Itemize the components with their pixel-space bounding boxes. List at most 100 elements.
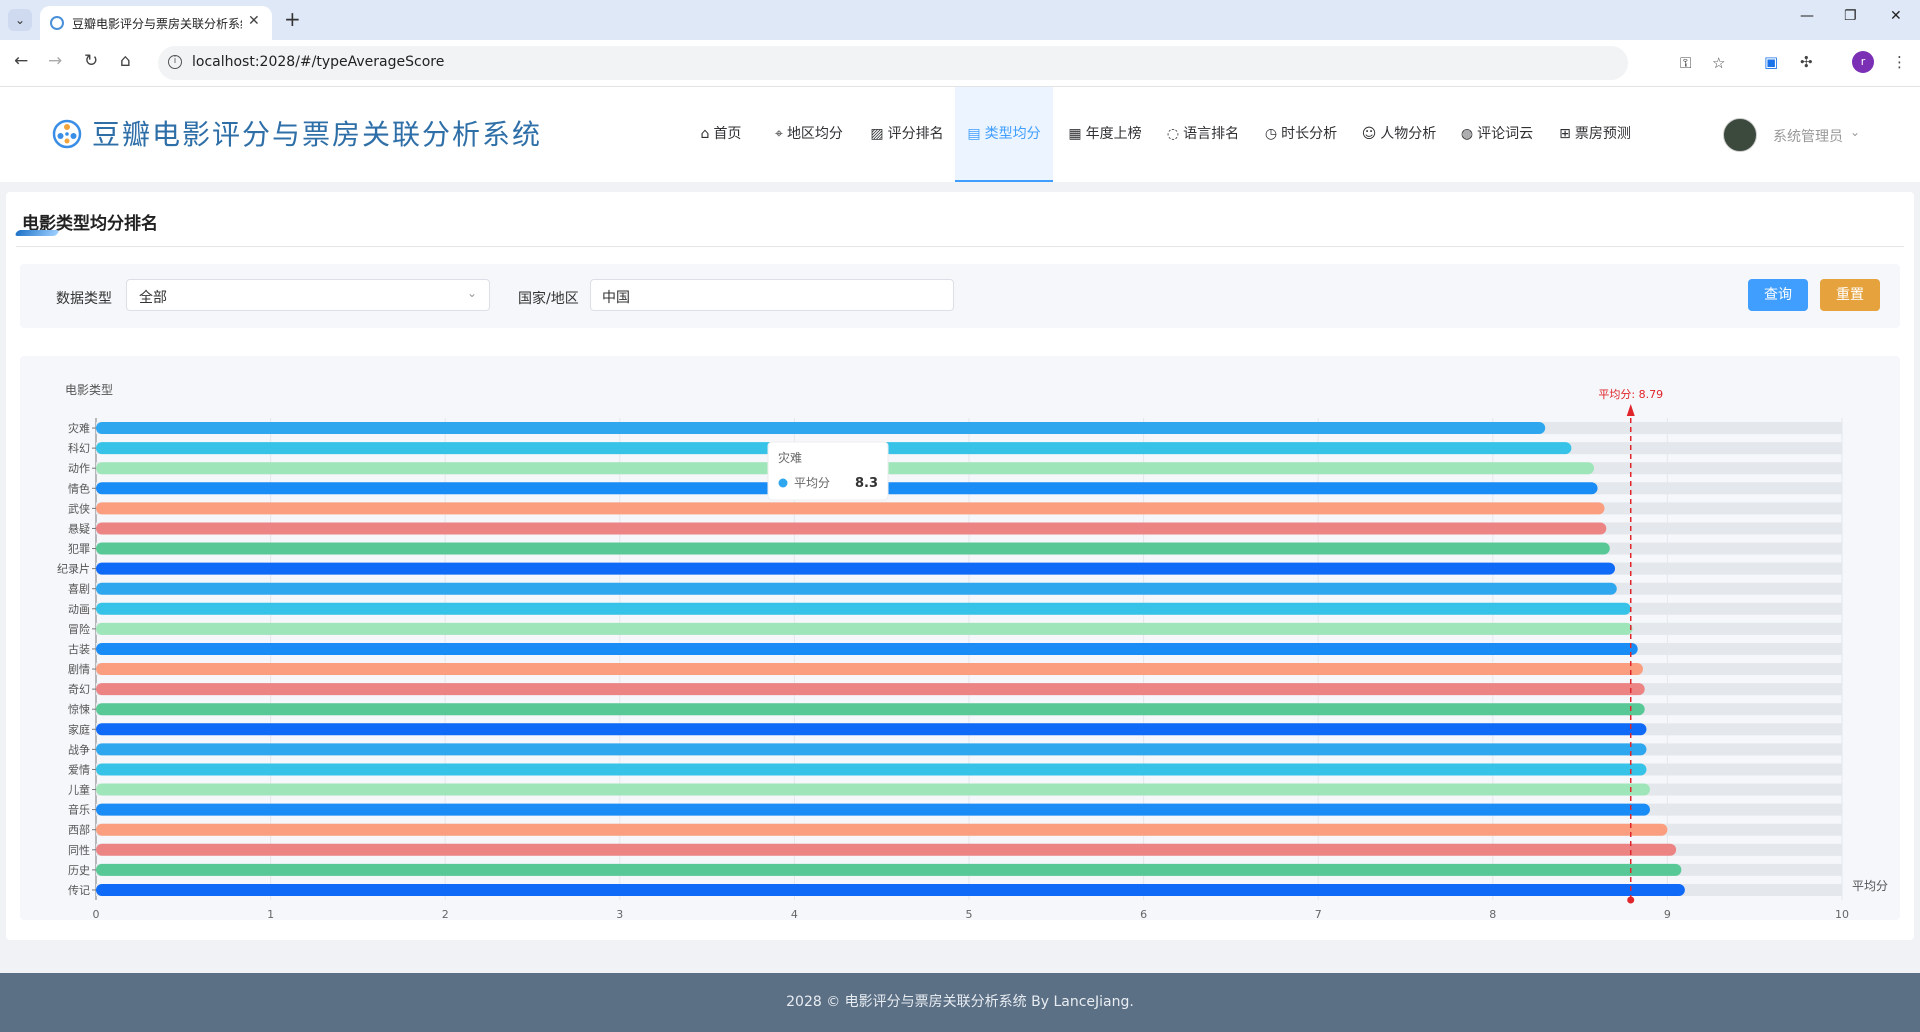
forward-arrow-icon[interactable]: → (48, 51, 62, 71)
nav-region-score[interactable]: ⌖ 地区均分 (766, 87, 852, 182)
x-tick-label: 7 (1315, 908, 1322, 920)
reset-button[interactable]: 重置 (1820, 279, 1880, 311)
y-tick-label: 动画 (68, 603, 90, 616)
query-button[interactable]: 查询 (1748, 279, 1808, 311)
bar (96, 843, 1677, 856)
bookmark-star-icon[interactable]: ☆ (1712, 54, 1725, 72)
nav-language-ranking[interactable]: ◌ 语言排名 (1160, 87, 1246, 182)
tab-close-icon[interactable]: ✕ (248, 13, 260, 29)
y-tick-label: 爱情 (68, 763, 90, 776)
y-tick-label: 传记 (68, 884, 90, 897)
y-tick-label: 家庭 (68, 722, 90, 736)
nav-type-score[interactable]: ▤ 类型均分 (955, 87, 1053, 182)
y-tick-label: 西部 (68, 823, 90, 837)
footer: 2028 © 电影评分与票房关联分析系统 By LanceJiang. (0, 973, 1920, 1032)
profile-avatar[interactable]: r (1852, 51, 1874, 73)
minimize-icon[interactable]: — (1800, 8, 1814, 24)
nav-duration-analysis[interactable]: ◷ 时长分析 (1258, 87, 1344, 182)
address-bar[interactable]: i localhost:2028/#/typeAverageScore ⚿ ☆ (158, 46, 1725, 80)
browser-tab-bar: ⌄ 豆瓣电影评分与票房关联分析系统 ✕ + — ❐ ✕ (0, 0, 1920, 40)
bar (96, 542, 1610, 555)
site-info-icon[interactable]: i (168, 55, 182, 69)
bar (96, 883, 1685, 896)
chevron-down-icon[interactable]: ⌄ (1850, 125, 1860, 139)
window-close-icon[interactable]: ✕ (1890, 8, 1902, 24)
comment-icon: ◍ (1460, 126, 1474, 142)
tab-favicon-icon (50, 16, 64, 30)
nav-home[interactable]: ⌂ 首页 (690, 87, 752, 182)
x-tick-label: 8 (1489, 908, 1496, 920)
tooltip-value: 8.3 (855, 476, 878, 491)
title-divider (16, 246, 1904, 247)
location-icon: ⌖ (775, 126, 783, 142)
bar (96, 803, 1650, 816)
bar (96, 562, 1616, 575)
extension-app-icon[interactable]: ▣ (1764, 53, 1778, 71)
nav-people-analysis[interactable]: ☺ 人物分析 (1356, 87, 1442, 182)
region-input[interactable]: 中国 (590, 279, 954, 311)
y-tick-label: 剧情 (68, 663, 90, 676)
tooltip-marker (778, 478, 788, 488)
y-tick-label: 战争 (68, 742, 90, 756)
browser-tab[interactable]: 豆瓣电影评分与票房关联分析系统 ✕ (40, 6, 272, 40)
app-title: 豆瓣电影评分与票房关联分析系统 (92, 118, 543, 151)
y-tick-label: 惊悚 (68, 702, 90, 716)
nav-label: 语言排名 (1183, 126, 1240, 142)
user-avatar[interactable] (1723, 118, 1757, 152)
timer-icon: ◷ (1264, 126, 1278, 142)
nav-label: 评论词云 (1477, 126, 1534, 142)
type-score-bar-chart[interactable]: 0 1 2 3 4 5 6 7 8 9 10电影类型平均分灾难科幻动作情色武侠悬疑犯罪纪录片喜剧动画… (20, 356, 1900, 920)
nav-score-ranking[interactable]: ▨ 评分排名 (864, 87, 950, 182)
y-tick-label: 历史 (68, 864, 90, 877)
y-tick-label: 犯罪 (68, 543, 90, 556)
x-tick-label: 1 (267, 908, 274, 920)
new-tab-plus-icon[interactable]: + (284, 7, 301, 31)
browser-menu-icon[interactable]: ⋮ (1892, 53, 1907, 71)
nav-label: 类型均分 (984, 126, 1041, 142)
back-arrow-icon[interactable]: ← (14, 51, 28, 71)
user-icon: ☺ (1361, 126, 1377, 142)
home-icon[interactable]: ⌂ (120, 51, 131, 71)
user-name[interactable]: 系统管理员 (1773, 126, 1843, 146)
extensions-puzzle-icon[interactable]: ✣ (1800, 53, 1813, 71)
y-tick-label: 古装 (68, 643, 90, 656)
password-key-icon[interactable]: ⚿ (1680, 54, 1691, 72)
y-tick-label: 纪录片 (57, 563, 90, 576)
data-type-label: 数据类型 (56, 291, 112, 307)
doc-icon: ▤ (967, 126, 981, 142)
home-icon: ⌂ (700, 126, 710, 142)
bar (96, 502, 1605, 515)
y-tick-label: 冒险 (68, 622, 90, 636)
film-reel-logo-icon (52, 119, 82, 149)
mark-line-dot (1627, 896, 1635, 904)
nav-boxoffice-forecast[interactable]: ⊞ 票房预测 (1552, 87, 1638, 182)
bar (96, 582, 1617, 595)
y-tick-label: 喜剧 (68, 583, 90, 596)
y-tick-label: 情色 (68, 481, 90, 495)
bar (96, 602, 1631, 615)
reload-icon[interactable]: ↻ (84, 51, 98, 71)
bar (96, 863, 1682, 876)
nav-yearly-list[interactable]: ▦ 年度上榜 (1062, 87, 1148, 182)
y-tick-label: 同性 (68, 843, 90, 857)
bar (96, 663, 1643, 676)
nav-comment-cloud[interactable]: ◍ 评论词云 (1454, 87, 1540, 182)
x-tick-label: 9 (1664, 908, 1671, 920)
bar (96, 622, 1633, 635)
y-tick-label: 悬疑 (68, 522, 90, 535)
tab-title: 豆瓣电影评分与票房关联分析系统 (72, 17, 242, 31)
nav-label: 人物分析 (1380, 126, 1437, 142)
x-tick-label: 3 (616, 908, 623, 920)
nav-label: 首页 (713, 126, 742, 142)
region-label: 国家/地区 (518, 291, 579, 307)
bar (96, 522, 1607, 535)
tab-list-chevron-icon[interactable]: ⌄ (8, 9, 32, 31)
nav-label: 时长分析 (1281, 126, 1338, 142)
nav-label: 年度上榜 (1085, 126, 1142, 142)
mark-line-arrow (1626, 404, 1635, 416)
restore-icon[interactable]: ❐ (1844, 8, 1857, 24)
x-tick-label: 5 (966, 908, 973, 920)
y-tick-label: 动作 (68, 462, 90, 475)
data-type-select[interactable]: 全部 ⌄ (126, 279, 490, 311)
bar (96, 703, 1645, 716)
